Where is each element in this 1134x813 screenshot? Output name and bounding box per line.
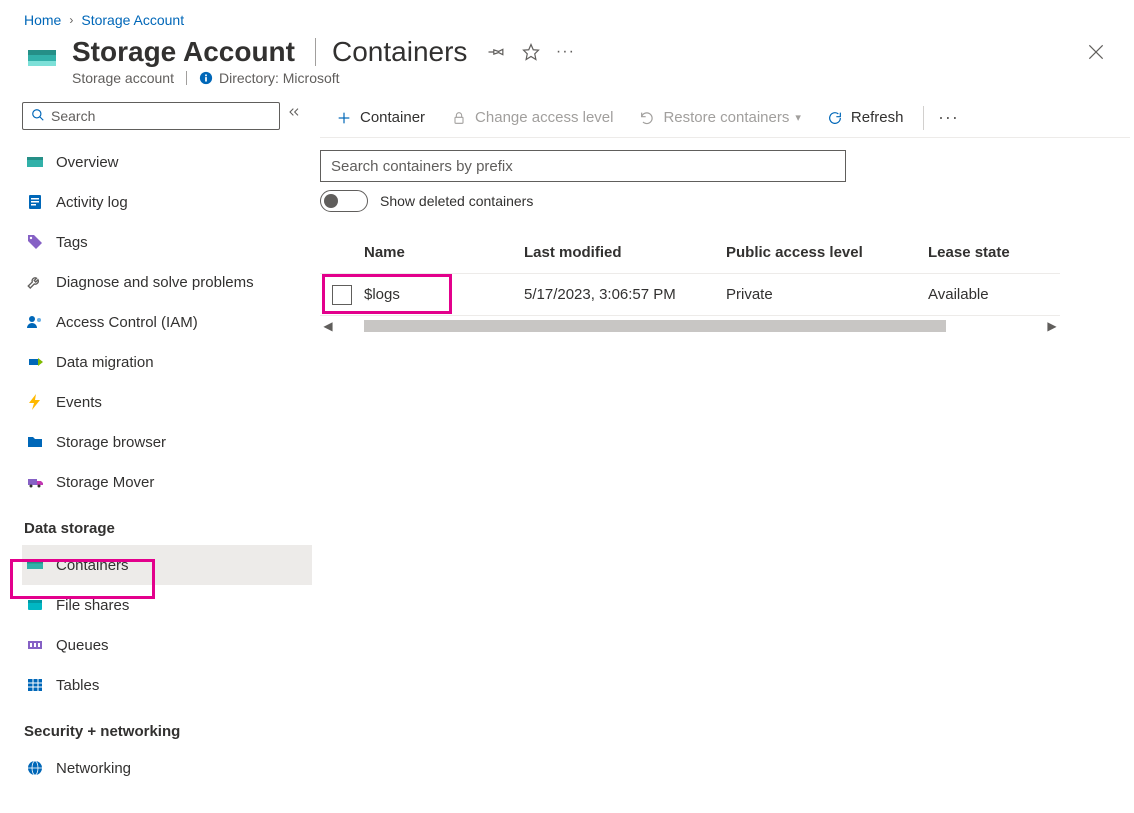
queue-icon [26,636,44,654]
tag-icon [26,233,44,251]
storage-account-icon [24,40,60,76]
refresh-icon [827,109,845,127]
restore-containers-button: Restore containers ▾ [627,100,812,136]
sidebar-item-label: Diagnose and solve problems [56,274,254,291]
refresh-button[interactable]: Refresh [815,100,916,136]
cell-modified: 5/17/2023, 3:06:57 PM [524,286,726,303]
toolbar-more-icon[interactable]: ··· [932,107,964,128]
main-content: Container Change access level Restore co… [312,98,1134,801]
plus-icon [336,109,354,127]
folder-icon [26,433,44,451]
sidebar-item-label: Networking [56,760,131,777]
pin-icon[interactable] [487,42,507,62]
storage-icon [26,153,44,171]
change-access-button: Change access level [439,100,625,136]
sidebar-search-input[interactable] [51,108,271,124]
col-access[interactable]: Public access level [726,244,928,261]
people-icon [26,313,44,331]
page-header: Storage Account Containers ··· Storage a… [0,32,1134,98]
resource-type-label: Storage account [72,70,174,86]
button-label: Container [360,109,425,126]
sidebar-item-storage-browser[interactable]: Storage browser [22,422,312,462]
truck-icon [26,473,44,491]
sidebar-section-security: Security + networking [22,705,312,748]
sidebar-item-label: Storage Mover [56,474,154,491]
search-icon [31,108,45,125]
wrench-icon [26,273,44,291]
globe-icon [26,759,44,777]
add-container-button[interactable]: Container [324,100,437,136]
title-divider [315,38,316,66]
sidebar-item-tables[interactable]: Tables [22,665,312,705]
chevron-right-icon: › [69,13,73,27]
page-title: Storage Account [72,36,295,68]
migration-icon [26,353,44,371]
sidebar-item-diagnose[interactable]: Diagnose and solve problems [22,262,312,302]
directory-label: Directory: Microsoft [219,70,340,86]
breadcrumb: Home › Storage Account [0,0,1134,32]
containers-table: Name Last modified Public access level L… [320,232,1060,334]
star-icon[interactable] [521,42,541,62]
sidebar-item-networking[interactable]: Networking [22,748,312,782]
table-header: Name Last modified Public access level L… [320,232,1060,274]
sidebar-section-data-storage: Data storage [22,502,312,545]
sidebar-item-overview[interactable]: Overview [22,142,312,182]
sidebar-item-label: Storage browser [56,434,166,451]
container-icon [26,556,44,574]
sidebar-item-label: Overview [56,154,119,171]
fileshare-icon [26,596,44,614]
chevron-down-icon: ▾ [795,111,801,124]
sidebar-item-label: Access Control (IAM) [56,314,198,331]
sidebar: Overview Activity log Tags Diagnose and … [0,98,312,801]
table-icon [26,676,44,694]
button-label: Refresh [851,109,904,126]
sidebar-item-label: Data migration [56,354,154,371]
sidebar-item-label: Queues [56,637,109,654]
collapse-sidebar-icon[interactable] [286,104,302,123]
undo-icon [639,109,657,127]
button-label: Change access level [475,109,613,126]
lock-icon [451,109,469,127]
sidebar-item-label: Tables [56,677,99,694]
sidebar-search[interactable] [22,102,280,130]
sidebar-item-containers[interactable]: Containers [22,545,312,585]
sidebar-item-label: Activity log [56,194,128,211]
log-icon [26,193,44,211]
close-icon[interactable] [1086,42,1110,66]
sidebar-item-label: Events [56,394,102,411]
scroll-right-icon[interactable]: ▶ [1044,319,1060,333]
sidebar-item-activity-log[interactable]: Activity log [22,182,312,222]
breadcrumb-current[interactable]: Storage Account [81,12,184,28]
cell-access: Private [726,286,928,303]
scroll-left-icon[interactable]: ◀ [320,319,336,333]
sidebar-item-storage-mover[interactable]: Storage Mover [22,462,312,502]
cell-lease: Available [928,286,1060,303]
show-deleted-toggle[interactable] [320,190,368,212]
col-lease[interactable]: Lease state [928,244,1060,261]
container-search-input[interactable] [320,150,846,182]
cell-name: $logs [364,286,524,303]
col-name[interactable]: Name [364,244,524,261]
more-icon[interactable]: ··· [555,42,575,62]
sidebar-item-label: Tags [56,234,88,251]
sidebar-item-label: File shares [56,597,129,614]
sidebar-item-label: Containers [56,557,129,574]
sidebar-item-tags[interactable]: Tags [22,222,312,262]
button-label: Restore containers [663,109,789,126]
info-icon [199,71,213,85]
sidebar-item-file-shares[interactable]: File shares [22,585,312,625]
lightning-icon [26,393,44,411]
col-modified[interactable]: Last modified [524,244,726,261]
sidebar-item-data-migration[interactable]: Data migration [22,342,312,382]
sidebar-item-events[interactable]: Events [22,382,312,422]
breadcrumb-home[interactable]: Home [24,12,61,28]
toggle-label: Show deleted containers [380,193,533,209]
page-subtitle: Containers [332,36,467,68]
horizontal-scrollbar[interactable]: ◀ ▶ [320,318,1060,334]
row-checkbox[interactable] [332,285,352,305]
sidebar-item-queues[interactable]: Queues [22,625,312,665]
table-row[interactable]: $logs 5/17/2023, 3:06:57 PM Private Avai… [320,274,1060,316]
toolbar: Container Change access level Restore co… [320,98,1130,138]
sidebar-item-access-control[interactable]: Access Control (IAM) [22,302,312,342]
